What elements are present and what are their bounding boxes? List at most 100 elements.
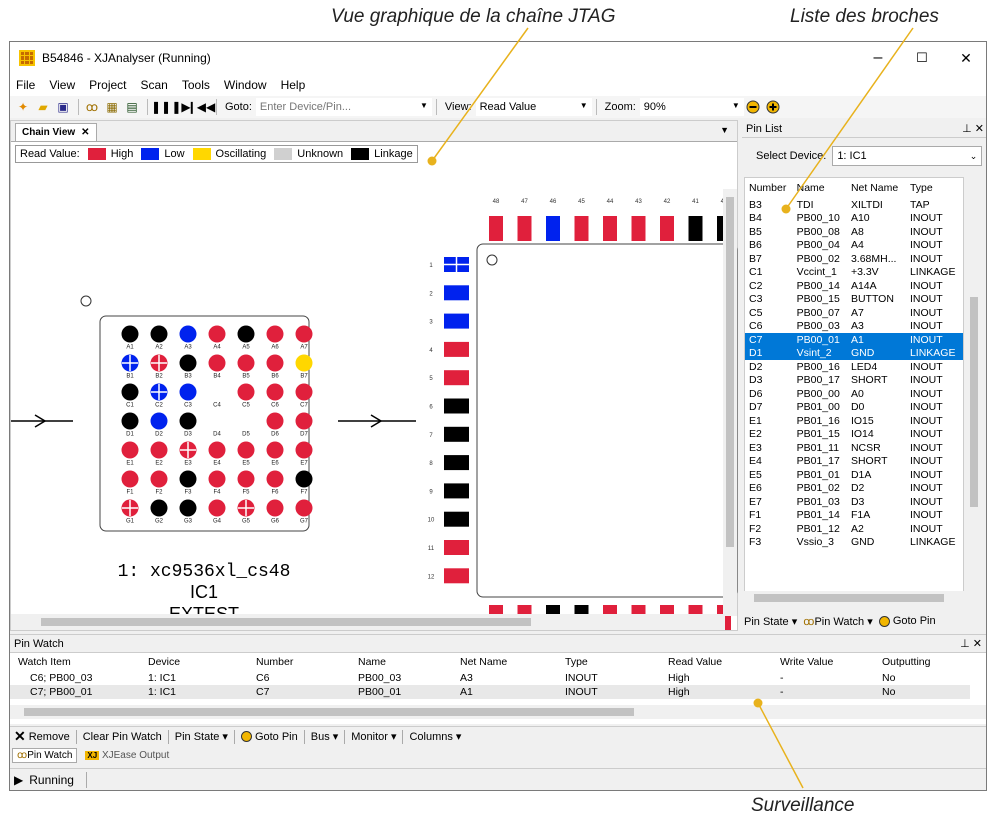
pin-watch-horizontal-scrollbar[interactable] xyxy=(10,705,986,719)
menu-help[interactable]: Help xyxy=(281,78,306,92)
chain-diagram[interactable]: A1 A2 A3 A4 A5 A6 A7 B1 B2 B3 B4 B5 B6 B7 C1 C2 C3 C4 C5 C6… xyxy=(11,121,739,632)
pin-list-row[interactable]: E5 PB01_01 D1A INOUT xyxy=(745,468,963,482)
qfp-pin[interactable]: 44 xyxy=(603,199,617,241)
qfp-pin[interactable]: 12 xyxy=(428,568,469,584)
qfp-pin[interactable]: 3 xyxy=(429,313,469,329)
pin-list-horizontal-scrollbar[interactable] xyxy=(744,591,980,605)
pin-state-menu-bottom[interactable]: Pin State ▾ xyxy=(175,730,228,744)
pin-watch-col-header[interactable]: Number xyxy=(248,653,350,671)
pin-list-row[interactable]: B4 PB00_10 A10 INOUT xyxy=(745,212,963,226)
bga-ball[interactable]: D4 xyxy=(213,432,221,438)
pin-watch-col-header[interactable]: Net Name xyxy=(452,653,557,671)
grid-view-icon[interactable]: ▦ xyxy=(103,99,121,115)
menu-view[interactable]: View xyxy=(49,78,75,92)
open-folder-icon[interactable]: ▰ xyxy=(34,99,52,115)
device-select[interactable]: 1: IC1 ⌄ xyxy=(832,146,983,166)
qfp-pin[interactable]: 1 xyxy=(429,257,469,272)
pin-list-row[interactable]: B3 TDI XILTDI TAP xyxy=(745,198,963,212)
pin-watch-menu[interactable]: ꝏPin Watch ▾ xyxy=(803,615,873,628)
menu-tools[interactable]: Tools xyxy=(182,78,210,92)
chain-vertical-scrollbar[interactable] xyxy=(723,189,737,616)
tab-pin-watch[interactable]: ꝏPin Watch xyxy=(12,747,78,763)
pin-list-row[interactable]: B5 PB00_08 A8 INOUT xyxy=(745,225,963,239)
pin-list-row[interactable]: E1 PB01_16 IO15 INOUT xyxy=(745,414,963,428)
qfp-pin[interactable]: 4 xyxy=(429,341,469,357)
qfp-pin[interactable]: 46 xyxy=(546,199,560,241)
pin-list-row[interactable]: B6 PB00_04 A4 INOUT xyxy=(745,239,963,253)
goto-pin-button[interactable]: Goto Pin xyxy=(878,615,936,627)
pin-state-menu[interactable]: Pin State ▾ xyxy=(744,615,797,628)
pin-watch-col-header[interactable]: Write Value xyxy=(772,653,874,671)
reset-icon[interactable]: ❙◀◀ xyxy=(187,99,216,115)
qfp-pin[interactable]: 10 xyxy=(428,511,469,527)
pin-list-row[interactable]: D7 PB01_00 D0 INOUT xyxy=(745,401,963,415)
qfp-pin[interactable]: 2 xyxy=(429,285,469,301)
qfp-pin[interactable]: 9 xyxy=(429,483,469,499)
maximize-button[interactable]: ☐ xyxy=(900,42,944,74)
remove-button[interactable]: ✕ Remove xyxy=(14,728,70,745)
pin-watch-col-header[interactable]: Watch Item xyxy=(10,653,140,671)
minimize-button[interactable]: – xyxy=(856,42,900,74)
pin-list-row[interactable]: E3 PB01_11 NCSR INOUT xyxy=(745,441,963,455)
columns-menu[interactable]: Columns ▾ xyxy=(409,730,461,744)
bga-ball[interactable]: D5 xyxy=(242,432,250,438)
pin-list-row[interactable]: D2 PB00_16 LED4 INOUT xyxy=(745,360,963,374)
bga-ball[interactable]: C4 xyxy=(213,403,221,409)
qfp-pin[interactable]: 11 xyxy=(428,540,469,555)
close-button[interactable]: ✕ xyxy=(944,42,986,74)
pin-list-row[interactable]: E4 PB01_17 SHORT INOUT xyxy=(745,455,963,469)
col-name[interactable]: Name xyxy=(793,178,847,198)
pin-list-row[interactable]: D3 PB00_17 SHORT INOUT xyxy=(745,374,963,388)
pin-watch-table[interactable]: Watch Item Device Number Name Net Name Type Re… xyxy=(10,653,986,699)
pin-list-row[interactable]: F2 PB01_12 A2 INOUT xyxy=(745,522,963,536)
pin-list-row[interactable]: D6 PB00_00 A0 INOUT xyxy=(745,387,963,401)
pin-list-row[interactable]: E6 PB01_02 D2 INOUT xyxy=(745,482,963,496)
pin-list-row[interactable]: C5 PB00_07 A7 INOUT xyxy=(745,306,963,320)
binoculars-icon[interactable]: ꝏ xyxy=(83,99,101,115)
pin-icon[interactable]: ⊥ ✕ xyxy=(962,122,984,135)
monitor-icon[interactable]: ▤ xyxy=(123,99,141,115)
pin-watch-row[interactable]: C7; PB00_01 1: IC1 C7 PB00_01 A1 INOUT High - No xyxy=(10,685,970,699)
pin-list-row[interactable]: D1 Vsint_2 GND LINKAGE xyxy=(745,346,963,360)
col-net-name[interactable]: Net Name xyxy=(847,178,906,198)
pin-list-row[interactable]: E7 PB01_03 D3 INOUT xyxy=(745,495,963,509)
save-icon[interactable]: ▣ xyxy=(54,99,72,115)
qfp-package-outline[interactable] xyxy=(476,243,738,598)
pause-icon[interactable]: ❚❚ xyxy=(151,99,171,115)
pin-list-row[interactable]: C7 PB00_01 A1 INOUT xyxy=(745,333,963,347)
pin-table[interactable]: Number Name Net Name Type B3 TDI XILTDI TAP… xyxy=(744,177,964,605)
col-type[interactable]: Type xyxy=(906,178,963,198)
zoom-in-icon[interactable] xyxy=(764,99,782,115)
pin-icon[interactable]: ⊥ ✕ xyxy=(960,637,982,650)
pin-list-row[interactable]: C3 PB00_15 BUTTON INOUT xyxy=(745,293,963,307)
menu-project[interactable]: Project xyxy=(89,78,126,92)
pin-watch-col-header[interactable]: Type xyxy=(557,653,660,671)
monitor-menu[interactable]: Monitor ▾ xyxy=(351,730,396,744)
bus-menu[interactable]: Bus ▾ xyxy=(311,730,339,744)
qfp-pin[interactable]: 45 xyxy=(574,199,589,241)
qfp-pin[interactable]: 43 xyxy=(631,199,646,241)
pin-watch-col-header[interactable]: Read Value xyxy=(660,653,772,671)
qfp-pin[interactable]: 5 xyxy=(429,370,469,386)
pin-list-row[interactable]: B7 PB00_02 3.68MH... INOUT xyxy=(745,252,963,266)
qfp-pin[interactable]: 42 xyxy=(660,199,674,241)
zoom-select[interactable]: 90% ▼ xyxy=(639,98,744,116)
goto-input[interactable]: Enter Device/Pin... ▼ xyxy=(255,98,432,116)
pin-list-row[interactable]: F3 Vssio_3 GND LINKAGE xyxy=(745,536,963,550)
qfp-pin[interactable]: 7 xyxy=(429,426,469,442)
view-select[interactable]: Read Value ▼ xyxy=(475,98,592,116)
pin-list-row[interactable]: C6 PB00_03 A3 INOUT xyxy=(745,320,963,334)
menu-scan[interactable]: Scan xyxy=(141,78,168,92)
pin-watch-col-header[interactable]: Name xyxy=(350,653,452,671)
tab-xjease-output[interactable]: XJ XJEase Output xyxy=(81,749,173,762)
new-project-icon[interactable]: ✦ xyxy=(14,99,32,115)
clear-pin-watch-button[interactable]: Clear Pin Watch xyxy=(83,731,162,743)
pin-watch-col-header[interactable]: Device xyxy=(140,653,248,671)
pin-list-vertical-scrollbar[interactable] xyxy=(966,177,982,591)
zoom-out-icon[interactable] xyxy=(744,99,762,115)
qfp-pin[interactable]: 41 xyxy=(688,199,703,241)
pin-watch-row[interactable]: C6; PB00_03 1: IC1 C6 PB00_03 A3 INOUT High - No xyxy=(10,671,970,685)
menu-file[interactable]: File xyxy=(16,78,35,92)
qfp-pin[interactable]: 8 xyxy=(429,455,469,471)
col-number[interactable]: Number xyxy=(745,178,793,198)
